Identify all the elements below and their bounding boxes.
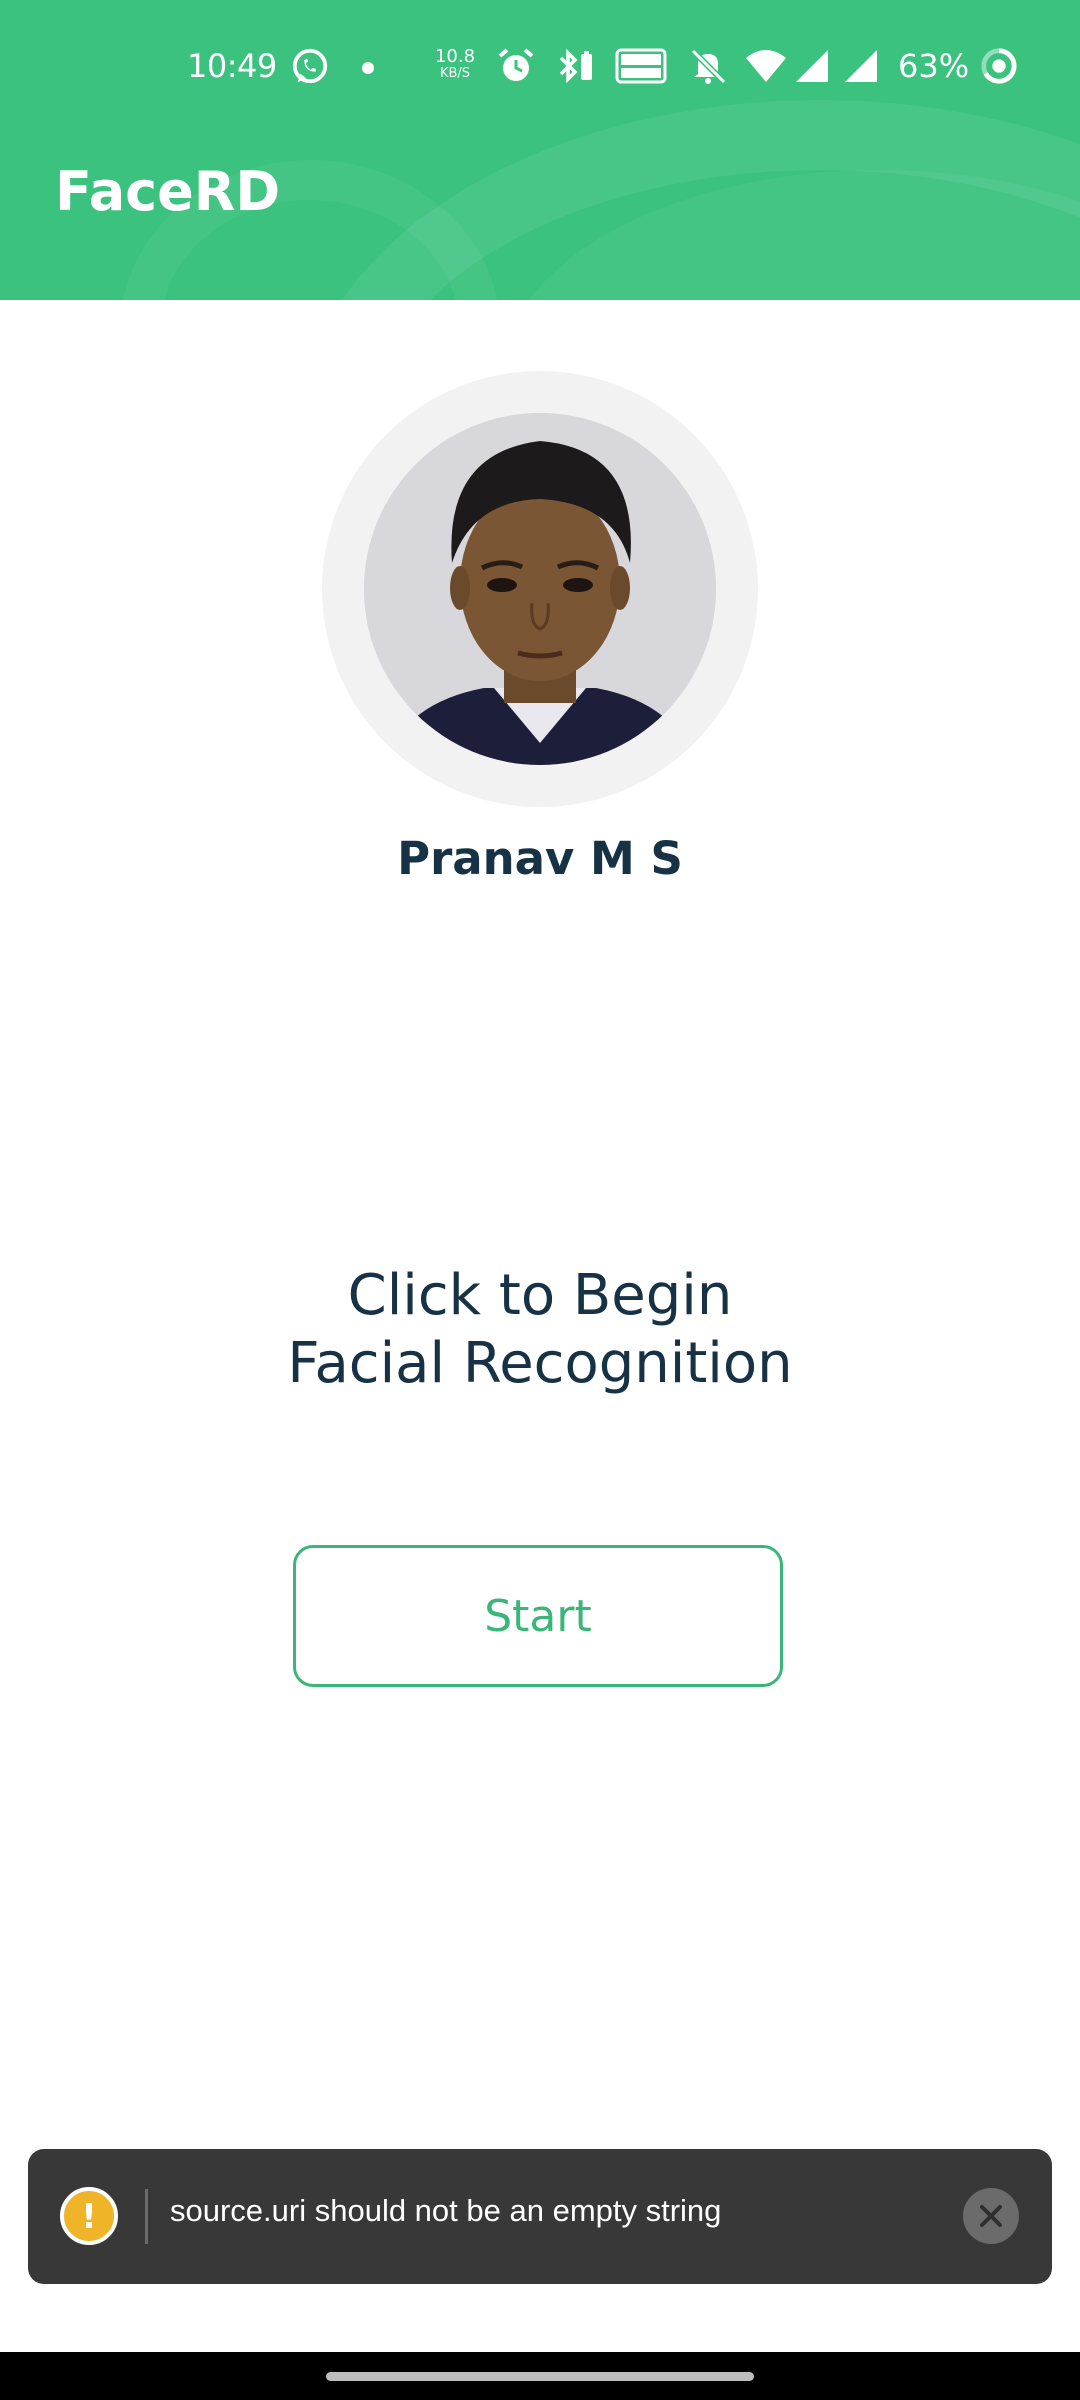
dot-icon — [362, 62, 374, 74]
signal-icon — [845, 50, 877, 82]
status-time: 10:49 — [187, 47, 277, 85]
avatar-frame — [322, 371, 758, 807]
prompt-line-2: Facial Recognition — [287, 1331, 793, 1396]
recognition-prompt: Click to Begin Facial Recognition — [0, 1262, 1080, 1398]
toast-divider — [145, 2189, 148, 2244]
close-icon — [980, 2205, 1002, 2227]
alarm-icon — [498, 48, 534, 81]
bell-muted-icon — [690, 48, 727, 85]
network-speed-unit: KB/S — [439, 66, 471, 81]
battery-ring-icon — [981, 48, 1017, 84]
wifi-icon — [746, 50, 786, 82]
network-speed-value: 10.8 — [434, 46, 476, 67]
app-title: FaceRD — [55, 160, 281, 223]
system-nav-bar — [0, 2352, 1080, 2400]
prompt-line-1: Click to Begin — [347, 1263, 733, 1328]
user-name: Pranav M S — [397, 832, 683, 885]
toast-close-button[interactable] — [963, 2188, 1019, 2244]
start-button[interactable]: Start — [293, 1545, 783, 1687]
signal-icon — [796, 50, 828, 82]
home-gesture-handle[interactable] — [326, 2372, 754, 2381]
status-bar: 10:49 10.8 KB/S 63% — [0, 0, 1080, 140]
error-toast: ! source.uri should not be an empty stri… — [28, 2149, 1052, 2284]
warning-icon: ! — [60, 2187, 118, 2245]
app-screen: 10:49 10.8 KB/S 63% FaceRD Pranav M S Cl… — [0, 0, 1080, 2400]
battery-percent: 63% — [898, 47, 970, 85]
whatsapp-icon — [292, 48, 328, 84]
toast-message: source.uri should not be an empty string — [170, 2193, 722, 2228]
volte-icon — [615, 48, 667, 84]
network-speed: 10.8 KB/S — [432, 48, 478, 82]
avatar-photo — [364, 413, 716, 765]
app-header: 10:49 10.8 KB/S 63% FaceRD — [0, 0, 1080, 300]
bluetooth-icon — [559, 48, 592, 84]
avatar — [364, 413, 716, 765]
